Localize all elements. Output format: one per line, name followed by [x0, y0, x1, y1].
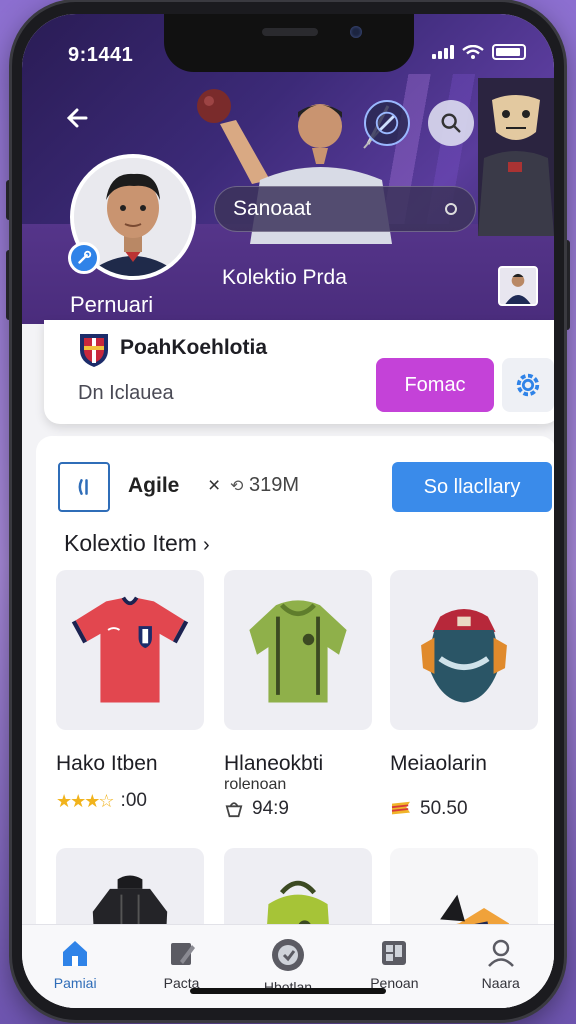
- bag-image: [421, 608, 507, 703]
- home-icon: [63, 941, 88, 966]
- collection-item[interactable]: Meiaolarin 50.50: [390, 570, 538, 820]
- item-meta: 94:9: [224, 798, 372, 820]
- verified-badge: [68, 242, 100, 274]
- club-crest-icon: [80, 334, 108, 367]
- item-image: [224, 570, 372, 730]
- item-subtitle: rolenoan: [224, 776, 287, 793]
- shield-icon: [375, 111, 399, 135]
- search-field-text: Sanoaat: [233, 197, 312, 220]
- collection-item[interactable]: Hako Itben ★★★☆ :00: [56, 570, 204, 812]
- jersey-image: [71, 596, 189, 703]
- item-meta: 50.50: [390, 798, 538, 820]
- nav-item-hbotlan[interactable]: Hbotlan: [243, 925, 333, 1008]
- nav-item-penoan[interactable]: Penoan: [349, 925, 439, 1008]
- filter-chip-close[interactable]: ×: [208, 474, 220, 498]
- nav-label-home: Pamiai: [53, 975, 97, 991]
- filter-count-value: 319M: [248, 474, 299, 496]
- club-subtitle: Dn Iclauea: [78, 382, 174, 404]
- gear-icon: [516, 373, 540, 397]
- home-indicator[interactable]: [190, 988, 386, 994]
- filter-chip-label: Agile: [128, 474, 180, 497]
- item-price: 94:9: [252, 798, 289, 819]
- status-time: 9:1441: [68, 44, 134, 66]
- filter-icon: [78, 479, 88, 495]
- wifi-icon: [462, 45, 484, 59]
- club-card: PoahKoehlotia Dn Iclauea Fomac: [44, 320, 554, 424]
- refresh-icon: ⟲: [230, 478, 244, 495]
- nav-item-home[interactable]: Pamiai: [30, 925, 120, 1008]
- item-name: Meiaolarin: [390, 752, 487, 775]
- nav-label-profile: Naara: [481, 975, 520, 991]
- arrow-left-icon: [66, 108, 88, 128]
- screen: 9:1441 Sanoaat Pernuari Kolektio Prda Po…: [22, 14, 554, 1008]
- dashboard-icon: [382, 941, 407, 965]
- hero-mascot-image: [478, 78, 554, 236]
- item-price: 50.50: [420, 798, 468, 819]
- player-thumbnail-image: [500, 268, 536, 304]
- club-name: PoahKoehlotia: [120, 336, 268, 359]
- back-button[interactable]: [60, 100, 96, 136]
- search-field-indicator-icon: [445, 203, 457, 215]
- profile-icon: [487, 939, 514, 967]
- wrench-icon: [78, 250, 92, 264]
- chevron-right-icon: ›: [202, 534, 210, 556]
- item-name: Hlaneokbti: [224, 752, 324, 775]
- item-meta: ★★★☆ :00: [56, 790, 204, 812]
- collection-item[interactable]: Hlaneokbti rolenoan 94:9: [224, 570, 372, 820]
- item-image: [56, 570, 204, 730]
- nav-item-pacta[interactable]: Pacta: [137, 925, 227, 1008]
- status-bar: 9:1441: [22, 14, 554, 66]
- collection-title-text: Kolextio Item: [64, 530, 197, 556]
- collection-title[interactable]: Kolextio Item ›: [64, 530, 210, 557]
- item-name: Hako Itben: [56, 752, 158, 775]
- item-image: [390, 570, 538, 730]
- bag-icon: [225, 802, 243, 818]
- flag-icon: [391, 801, 410, 815]
- collection-panel: Agile × ⟲ 319M So llacllary Kolextio Ite…: [36, 436, 554, 1008]
- edit-icon: [170, 943, 195, 965]
- search-icon: [441, 113, 461, 133]
- status-icons: [432, 44, 526, 60]
- item-price: :00: [120, 790, 147, 811]
- signal-icon: [432, 45, 454, 59]
- settings-button[interactable]: [502, 358, 554, 412]
- filter-row: Agile × ⟲ 319M So llacllary: [58, 460, 552, 512]
- side-button-power: [564, 240, 570, 330]
- filter-count: ⟲ 319M: [230, 474, 299, 497]
- badge-icon: [271, 939, 304, 971]
- search-field[interactable]: Sanoaat: [214, 186, 476, 232]
- profile-name: Pernuari: [70, 292, 154, 317]
- nav-item-profile[interactable]: Naara: [456, 925, 546, 1008]
- search-button[interactable]: [428, 100, 474, 146]
- filter-toggle-button[interactable]: [58, 462, 110, 512]
- rating-stars-icon: ★★★☆: [56, 790, 115, 811]
- phone-frame: 9:1441 Sanoaat Pernuari Kolektio Prda Po…: [12, 2, 564, 1020]
- collection-subtitle: Kolektio Prda: [222, 266, 347, 289]
- player-thumbnail[interactable]: [498, 266, 538, 306]
- follow-button[interactable]: Fomac: [376, 358, 494, 412]
- sort-button[interactable]: So llacllary: [392, 462, 552, 512]
- bottom-navigation: Pamiai Pacta Hbotlan Penoan Naara: [22, 924, 554, 1008]
- jacket-image: [249, 600, 347, 703]
- battery-icon: [492, 44, 526, 60]
- team-badge-button[interactable]: [364, 100, 410, 146]
